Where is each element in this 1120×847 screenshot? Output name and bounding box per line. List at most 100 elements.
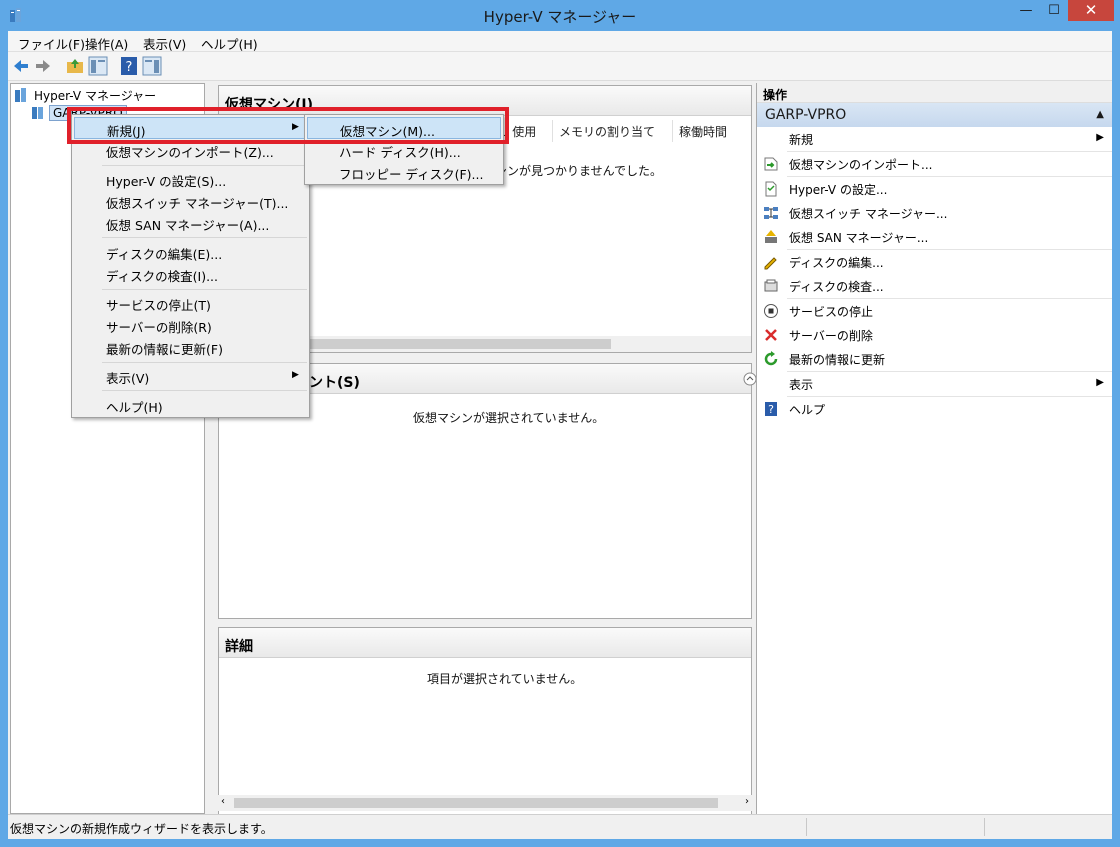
- ctx-separator: [102, 390, 307, 391]
- submenu-arrow-icon: ▶: [1096, 132, 1104, 143]
- ctx-item-edit-disk[interactable]: ディスクの編集(E)...: [74, 241, 222, 263]
- show-hide-tree-icon[interactable]: [88, 56, 108, 76]
- ctx-separator: [102, 362, 307, 363]
- collapse-caret-icon[interactable]: ▲: [1096, 109, 1104, 120]
- tree-root-hyperv-manager[interactable]: Hyper-V マネージャー: [15, 86, 156, 104]
- stop-icon: [764, 304, 778, 318]
- minimize-button[interactable]: —: [1013, 0, 1039, 23]
- action-item-label: ヘルプ: [789, 402, 826, 417]
- actions-header: 操作: [757, 83, 1112, 103]
- action-item-label: 仮想 SAN マネージャー...: [789, 230, 929, 245]
- action-item-label: 仮想スイッチ マネージャー...: [789, 206, 948, 221]
- checkpoint-empty-message: 仮想マシンが選択されていません。: [413, 411, 605, 425]
- import-icon: [764, 157, 778, 171]
- server-icon: [32, 107, 43, 119]
- action-item[interactable]: 仮想スイッチ マネージャー...: [757, 201, 1112, 225]
- action-item-label: 最新の情報に更新: [789, 352, 886, 367]
- status-divider-1: [806, 818, 807, 836]
- up-folder-icon[interactable]: [65, 56, 85, 76]
- san-icon: [765, 230, 777, 243]
- settings-doc-icon: [765, 181, 777, 197]
- submenu-arrow-icon: ▶: [1096, 377, 1104, 388]
- help-icon: ?: [765, 402, 777, 416]
- action-item-label: ディスクの検査...: [789, 279, 884, 294]
- toolbar: ?: [8, 52, 1112, 81]
- action-item-label: 新規: [789, 132, 814, 147]
- show-hide-action-pane-icon[interactable]: [142, 56, 162, 76]
- details-empty-message: 項目が選択されていません。: [427, 672, 583, 686]
- ctx-item-inspect-disk[interactable]: ディスクの検査(I)...: [74, 263, 218, 285]
- actions-server-label: GARP-VPRO: [765, 107, 847, 123]
- menu-view[interactable]: 表示(V): [143, 34, 186, 53]
- col-uptime[interactable]: 稼働時間: [672, 120, 753, 142]
- title-bar[interactable]: Hyper-V マネージャー — ☐ ✕: [0, 0, 1120, 31]
- ctx-separator: [102, 165, 307, 166]
- scroll-left-icon[interactable]: ‹: [221, 796, 225, 807]
- menu-help[interactable]: ヘルプ(H): [201, 34, 258, 53]
- svg-text:?: ?: [768, 403, 774, 416]
- action-list: 新規 ▶ 仮想マシンのインポート... Hyper-V の設定... 仮想スイッチ マネ…: [757, 127, 1112, 421]
- ctx-item-help[interactable]: ヘルプ(H): [74, 394, 163, 416]
- ctx-item-san-manager[interactable]: 仮想 SAN マネージャー(A)...: [74, 212, 269, 234]
- switch-icon: [764, 207, 778, 219]
- action-item-label: Hyper-V の設定...: [789, 182, 888, 197]
- status-divider-2: [984, 818, 985, 836]
- window-title: Hyper-V マネージャー: [483, 8, 637, 26]
- status-bar: 仮想マシンの新規作成ウィザードを表示します。: [8, 814, 1112, 839]
- actions-pane: 操作 GARP-VPRO ▲ 新規 ▶ 仮想マシンのインポート... Hyper-V …: [756, 83, 1112, 814]
- ctx-item-hyperv-settings[interactable]: Hyper-V の設定(S)...: [74, 168, 226, 190]
- action-item[interactable]: 仮想 SAN マネージャー...: [757, 225, 1112, 249]
- center-scroll-thumb[interactable]: [234, 798, 718, 808]
- action-item[interactable]: ディスクの検査...: [757, 274, 1112, 298]
- details-section-title: 詳細: [219, 628, 751, 658]
- action-item[interactable]: ? ヘルプ: [757, 397, 1112, 421]
- tree-root-label: Hyper-V マネージャー: [34, 88, 157, 103]
- ctx-item-view[interactable]: 表示(V): [74, 365, 149, 387]
- ctx-separator: [102, 237, 307, 238]
- pencil-icon: [764, 257, 777, 270]
- action-item-label: ディスクの編集...: [789, 255, 884, 270]
- menu-bar: ファイル(F) 操作(A) 表示(V) ヘルプ(H): [8, 31, 1112, 52]
- action-item[interactable]: 表示 ▶: [757, 372, 1112, 396]
- maximize-button[interactable]: ☐: [1041, 0, 1067, 23]
- close-button[interactable]: ✕: [1068, 0, 1114, 21]
- action-item-label: 表示: [789, 377, 814, 392]
- submenu-arrow-icon: ▶: [292, 370, 299, 380]
- highlight-annotation-box: [67, 107, 509, 144]
- action-item[interactable]: ディスクの編集...: [757, 250, 1112, 274]
- scroll-right-icon[interactable]: ›: [745, 796, 749, 807]
- action-item-label: サーバーの削除: [789, 328, 873, 343]
- help-icon[interactable]: ?: [119, 56, 139, 76]
- ctx-separator: [102, 289, 307, 290]
- svg-text:?: ?: [126, 60, 133, 75]
- col-memory[interactable]: メモリの割り当て: [552, 120, 672, 142]
- action-item[interactable]: 最新の情報に更新: [757, 347, 1112, 371]
- ctx-item-refresh[interactable]: 最新の情報に更新(F): [74, 336, 223, 358]
- forward-icon[interactable]: [33, 56, 53, 76]
- context-menu: 新規(J) ▶ 仮想マシンのインポート(Z)... Hyper-V の設定(S)…: [71, 114, 310, 418]
- menu-action[interactable]: 操作(A): [85, 34, 128, 53]
- action-item[interactable]: 仮想マシンのインポート...: [757, 152, 1112, 176]
- app-window: Hyper-V マネージャー — ☐ ✕ ファイル(F) 操作(A) 表示(V)…: [0, 0, 1120, 847]
- back-icon[interactable]: [11, 56, 31, 76]
- action-item[interactable]: サーバーの削除: [757, 323, 1112, 347]
- center-horizontal-scrollbar[interactable]: ‹ ›: [218, 795, 752, 811]
- ctx-item-switch-manager[interactable]: 仮想スイッチ マネージャー(T)...: [74, 190, 288, 212]
- ctx-item-remove-server[interactable]: サーバーの削除(R): [74, 314, 212, 336]
- action-item-label: サービスの停止: [789, 304, 874, 319]
- actions-server-header[interactable]: GARP-VPRO ▲: [757, 103, 1112, 127]
- red-x-icon: [765, 329, 777, 341]
- hyperv-manager-icon: [15, 88, 26, 102]
- action-item[interactable]: Hyper-V の設定...: [757, 177, 1112, 201]
- ctx-item-stop-service[interactable]: サービスの停止(T): [74, 292, 211, 314]
- submenu-item-floppy-disk[interactable]: フロッピー ディスク(F)...: [307, 161, 483, 183]
- action-item[interactable]: サービスの停止: [757, 299, 1112, 323]
- action-item-label: 仮想マシンのインポート...: [789, 157, 933, 172]
- action-item[interactable]: 新規 ▶: [757, 127, 1112, 151]
- menu-file[interactable]: ファイル(F): [18, 34, 85, 53]
- refresh-icon: [764, 351, 778, 366]
- details-section: 詳細 項目が選択されていません。: [218, 627, 752, 820]
- inspect-icon: [764, 279, 778, 292]
- collapse-icon[interactable]: [743, 372, 757, 386]
- status-text: 仮想マシンの新規作成ウィザードを表示します。: [10, 822, 273, 836]
